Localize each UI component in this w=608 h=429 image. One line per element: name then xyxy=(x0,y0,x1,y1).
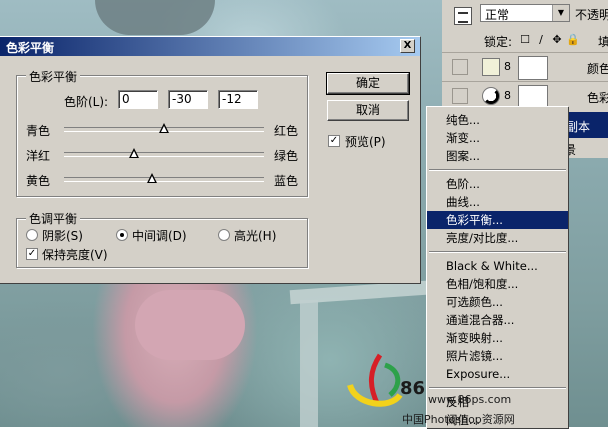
menu-item[interactable]: 渐变... xyxy=(427,129,568,147)
lock-transparent-icon[interactable]: ☐ xyxy=(518,33,532,47)
radio-label[interactable]: 中间调(D) xyxy=(132,227,187,244)
levels-label: 色阶(L): xyxy=(64,95,109,109)
layers-toolbar: 正常 ▼ 不透明 xyxy=(442,0,608,28)
slider-track-magenta-green[interactable] xyxy=(64,152,264,157)
menu-item[interactable]: 纯色... xyxy=(427,111,568,129)
menu-item[interactable]: Black & White... xyxy=(427,257,568,275)
lock-all-icon[interactable]: 🔒 xyxy=(566,33,580,47)
watermark-url: www.86ps.com xyxy=(428,393,512,406)
ok-button[interactable]: 确定 xyxy=(326,72,410,95)
layer-row[interactable]: 8 颜色 xyxy=(442,52,608,81)
chevron-down-icon[interactable]: ▼ xyxy=(552,5,569,21)
slider-left-label: 青色 xyxy=(26,124,51,138)
visibility-toggle[interactable] xyxy=(452,59,468,75)
level-input-magenta-green[interactable]: -30 xyxy=(168,90,208,109)
menu-item[interactable]: 渐变映射... xyxy=(427,329,568,347)
photo-post xyxy=(300,300,318,427)
slider-thumb-magenta-green[interactable] xyxy=(129,148,139,158)
layer-name: 色彩 xyxy=(587,91,608,105)
slider-left-label: 黄色 xyxy=(26,174,51,188)
menu-item[interactable]: 通道混合器... xyxy=(427,311,568,329)
link-icon: 8 xyxy=(504,89,511,102)
radio-midtones[interactable] xyxy=(116,229,128,241)
menu-item[interactable]: 照片滤镜... xyxy=(427,347,568,365)
dialog-title: 色彩平衡 xyxy=(6,41,55,55)
lock-label: 锁定: xyxy=(484,35,513,49)
layers-menu-icon[interactable] xyxy=(454,7,472,25)
menu-item[interactable]: 亮度/对比度... xyxy=(427,229,568,247)
layer-name: 副本 xyxy=(566,120,591,134)
photo-hair xyxy=(95,0,215,35)
menu-item[interactable]: 色彩平衡... xyxy=(427,211,568,229)
radio-label[interactable]: 高光(H) xyxy=(234,227,276,244)
menu-item[interactable]: 图案... xyxy=(427,147,568,165)
menu-item[interactable]: 色阶... xyxy=(427,175,568,193)
preview-checkbox[interactable]: ✓ xyxy=(328,135,340,147)
opacity-label: 不透明 xyxy=(575,8,608,22)
layer-thumbnail xyxy=(482,58,500,76)
watermark-site: 中国Photoshop资源网 xyxy=(402,413,515,426)
level-input-yellow-blue[interactable]: -12 xyxy=(218,90,258,109)
menu-item[interactable]: 色相/饱和度... xyxy=(427,275,568,293)
slider-left-label: 洋红 xyxy=(26,149,51,163)
slider-thumb-yellow-blue[interactable] xyxy=(147,173,157,183)
preview-label[interactable]: 预览(P) xyxy=(345,133,386,150)
preserve-luminosity-label[interactable]: 保持亮度(V) xyxy=(42,246,108,263)
dialog-titlebar[interactable]: 色彩平衡 X xyxy=(0,37,420,56)
menu-item[interactable]: 曲线... xyxy=(427,193,568,211)
color-balance-dialog: 色彩平衡 X 色彩平衡 色阶(L): 0 -30 -12 青色 红色 洋红 绿色… xyxy=(0,36,421,284)
menu-item[interactable]: 可选颜色... xyxy=(427,293,568,311)
menu-separator xyxy=(429,387,566,389)
visibility-toggle[interactable] xyxy=(452,88,468,104)
radio-label[interactable]: 阴影(S) xyxy=(42,227,83,244)
radio-shadows[interactable] xyxy=(26,229,38,241)
radio-highlights[interactable] xyxy=(218,229,230,241)
adjustment-layer-icon xyxy=(482,87,500,105)
level-input-cyan-red[interactable]: 0 xyxy=(118,90,158,109)
menu-item[interactable]: Exposure... xyxy=(427,365,568,383)
adjustment-context-menu: 纯色... 渐变... 图案... 色阶... 曲线... 色彩平衡... 亮度/对比度..… xyxy=(426,106,568,428)
close-button[interactable]: X xyxy=(400,39,415,53)
lock-image-icon[interactable]: ∕ xyxy=(534,33,548,47)
slider-right-label: 蓝色 xyxy=(274,174,299,188)
slider-thumb-cyan-red[interactable] xyxy=(159,123,169,133)
preserve-luminosity-checkbox[interactable]: ✓ xyxy=(26,248,38,260)
cancel-button[interactable]: 取消 xyxy=(327,100,409,121)
blend-mode-value: 正常 xyxy=(485,8,510,22)
lock-position-icon[interactable]: ✥ xyxy=(550,33,564,47)
watermark-number: 86 xyxy=(400,378,426,399)
photo-arm xyxy=(135,290,245,360)
slider-right-label: 绿色 xyxy=(274,149,299,163)
slider-right-label: 红色 xyxy=(274,124,299,138)
menu-separator xyxy=(429,251,566,253)
color-balance-group-label: 色彩平衡 xyxy=(26,68,81,85)
menu-separator xyxy=(429,169,566,171)
link-icon: 8 xyxy=(504,60,511,73)
tone-balance-group-label: 色调平衡 xyxy=(26,210,81,227)
blend-mode-select[interactable]: 正常 ▼ xyxy=(480,4,570,22)
layer-mask-thumbnail[interactable] xyxy=(518,56,548,80)
fill-label: 填 xyxy=(598,35,608,49)
slider-track-yellow-blue[interactable] xyxy=(64,177,264,182)
layer-name: 颜色 xyxy=(587,62,608,76)
